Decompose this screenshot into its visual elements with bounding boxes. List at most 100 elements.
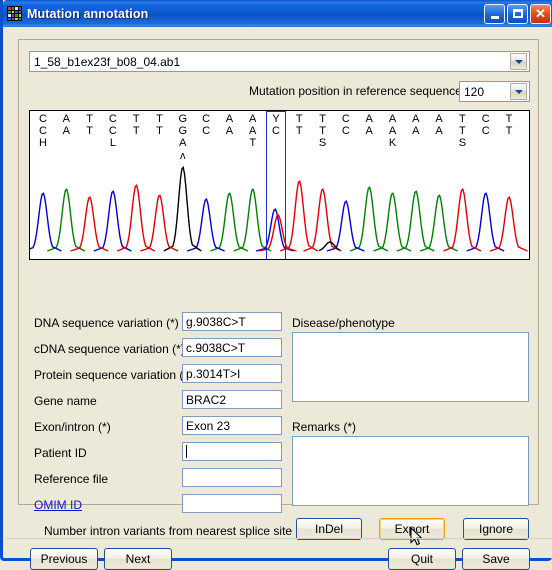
patient-id-input[interactable]: [182, 442, 282, 461]
base-letter-row-1: Y: [272, 113, 280, 125]
base-letter-row-3: [153, 137, 167, 149]
remarks-textarea[interactable]: [292, 436, 529, 506]
chromatogram-panel[interactable]: CCHAATTCCLTTTTGGACCAAAATYCTTTTSCCAAAAKAA…: [29, 110, 530, 260]
base-call-column: TTS: [455, 113, 469, 149]
base-letter-row-2: A: [225, 125, 234, 137]
exon-intron-input[interactable]: Exon 23: [182, 416, 282, 435]
mutation-annotation-window: Mutation annotation ✕ 1_58_b1ex23f_b08_0…: [0, 0, 552, 570]
base-letter-row-3: [222, 137, 236, 149]
base-letter-row-3: [292, 137, 306, 149]
base-letter-row-1: C: [341, 113, 350, 125]
base-letter-row-1: T: [295, 113, 303, 125]
save-button[interactable]: Save: [462, 548, 530, 570]
ignore-button[interactable]: Ignore: [463, 518, 529, 540]
base-letter-row-1: A: [249, 113, 257, 125]
base-call-column: YC: [269, 113, 283, 149]
base-letter-row-3: [339, 137, 353, 149]
trace-T: [70, 196, 109, 252]
minimize-icon: [490, 15, 499, 19]
base-letter-row-3: [502, 137, 516, 149]
mutation-position-label: Mutation position in reference sequence: [249, 84, 462, 98]
base-letter-row-2: A: [388, 125, 397, 137]
dna-variation-label: DNA sequence variation (*): [34, 316, 179, 330]
base-call-column: AA: [362, 113, 376, 149]
base-letter-row-2: G: [178, 125, 188, 137]
export-button[interactable]: Export: [379, 518, 445, 540]
base-letter-row-2: C: [272, 125, 280, 137]
base-call-column: AAK: [386, 113, 400, 149]
cdna-variation-input[interactable]: c.9038C>T: [182, 338, 282, 357]
base-letter-row-3: [59, 137, 73, 149]
trace-G: [163, 165, 202, 252]
cdna-variation-label: cDNA sequence variation (*): [34, 342, 185, 356]
trace-A: [419, 194, 458, 252]
base-letter-row-3: [269, 137, 283, 149]
trace-C: [93, 190, 132, 252]
base-letter-row-2: T: [505, 125, 513, 137]
base-letter-row-2: T: [156, 125, 163, 137]
quit-button[interactable]: Quit: [388, 548, 456, 570]
window-controls: ✕: [484, 3, 552, 24]
base-letter-row-1: C: [202, 113, 211, 125]
exon-intron-value: Exon 23: [186, 418, 231, 433]
dna-variation-value: g.9038C>T: [186, 314, 246, 329]
base-letter-row-3: [83, 137, 97, 149]
base-letter-row-2: A: [435, 125, 443, 137]
base-call-column: CC: [479, 113, 493, 149]
base-call-column: TTS: [316, 113, 330, 149]
base-letter-row-3: [479, 137, 493, 149]
base-letter-row-2: A: [365, 125, 373, 137]
base-call-column: CC: [199, 113, 213, 149]
base-letter-row-3: T: [249, 137, 257, 149]
trace-A: [210, 192, 249, 252]
base-letter-row-3: [199, 137, 213, 149]
trace-A: [396, 190, 435, 252]
previous-button[interactable]: Previous: [30, 548, 98, 570]
gene-name-input[interactable]: BRAC2: [182, 390, 282, 409]
mutation-position-select[interactable]: 120: [459, 81, 530, 102]
chevron-down-icon[interactable]: [510, 53, 527, 70]
maximize-button[interactable]: [507, 3, 528, 24]
next-button[interactable]: Next: [104, 548, 172, 570]
trace-T: [443, 188, 482, 252]
chevron-down-icon[interactable]: [510, 83, 527, 100]
trace-C: [466, 192, 505, 252]
base-letter-row-1: G: [178, 113, 188, 125]
trace-T: [303, 188, 342, 252]
base-letter-row-1: T: [132, 113, 140, 125]
indel-button[interactable]: InDel: [296, 518, 362, 540]
omim-id-input[interactable]: [182, 494, 282, 513]
omim-id-link[interactable]: OMIM ID: [34, 498, 82, 512]
base-letter-row-1: T: [86, 113, 93, 125]
intron-numbering-row[interactable]: Number intron variants from nearest spli…: [44, 524, 312, 538]
trace-T: [280, 179, 319, 252]
base-letter-row-2: T: [319, 125, 326, 137]
dna-variation-input[interactable]: g.9038C>T: [182, 312, 282, 331]
title-bar[interactable]: Mutation annotation ✕: [3, 0, 552, 27]
client-area: 1_58_b1ex23f_b08_04.ab1 Mutation positio…: [6, 27, 552, 570]
base-letter-row-3: K: [388, 137, 397, 149]
protein-variation-value: p.3014T>I: [186, 366, 241, 381]
base-letter-row-2: A: [412, 125, 420, 137]
close-button[interactable]: ✕: [530, 3, 551, 24]
base-letter-row-2: A: [249, 125, 257, 137]
base-letter-row-2: C: [202, 125, 211, 137]
minimize-button[interactable]: [484, 3, 505, 24]
trace-A: [373, 192, 412, 252]
protein-variation-label: Protein sequence variation (*): [34, 368, 193, 382]
footer-divider: [6, 538, 552, 539]
close-icon: ✕: [535, 6, 546, 21]
base-letter-row-3: L: [109, 137, 116, 149]
base-letter-row-3: H: [39, 137, 47, 149]
reference-file-input[interactable]: [182, 468, 282, 487]
base-letter-row-1: T: [319, 113, 326, 125]
protein-variation-input[interactable]: p.3014T>I: [182, 364, 282, 383]
trace-file-select[interactable]: 1_58_b1ex23f_b08_04.ab1: [29, 51, 530, 72]
base-letter-row-2: T: [86, 125, 93, 137]
disease-phenotype-textarea[interactable]: [292, 332, 529, 402]
base-call-column: CCL: [106, 113, 120, 149]
base-letter-row-2: C: [39, 125, 47, 137]
gene-name-label: Gene name: [34, 394, 97, 408]
base-call-column: TT: [153, 113, 167, 149]
trace-A: [233, 188, 272, 252]
